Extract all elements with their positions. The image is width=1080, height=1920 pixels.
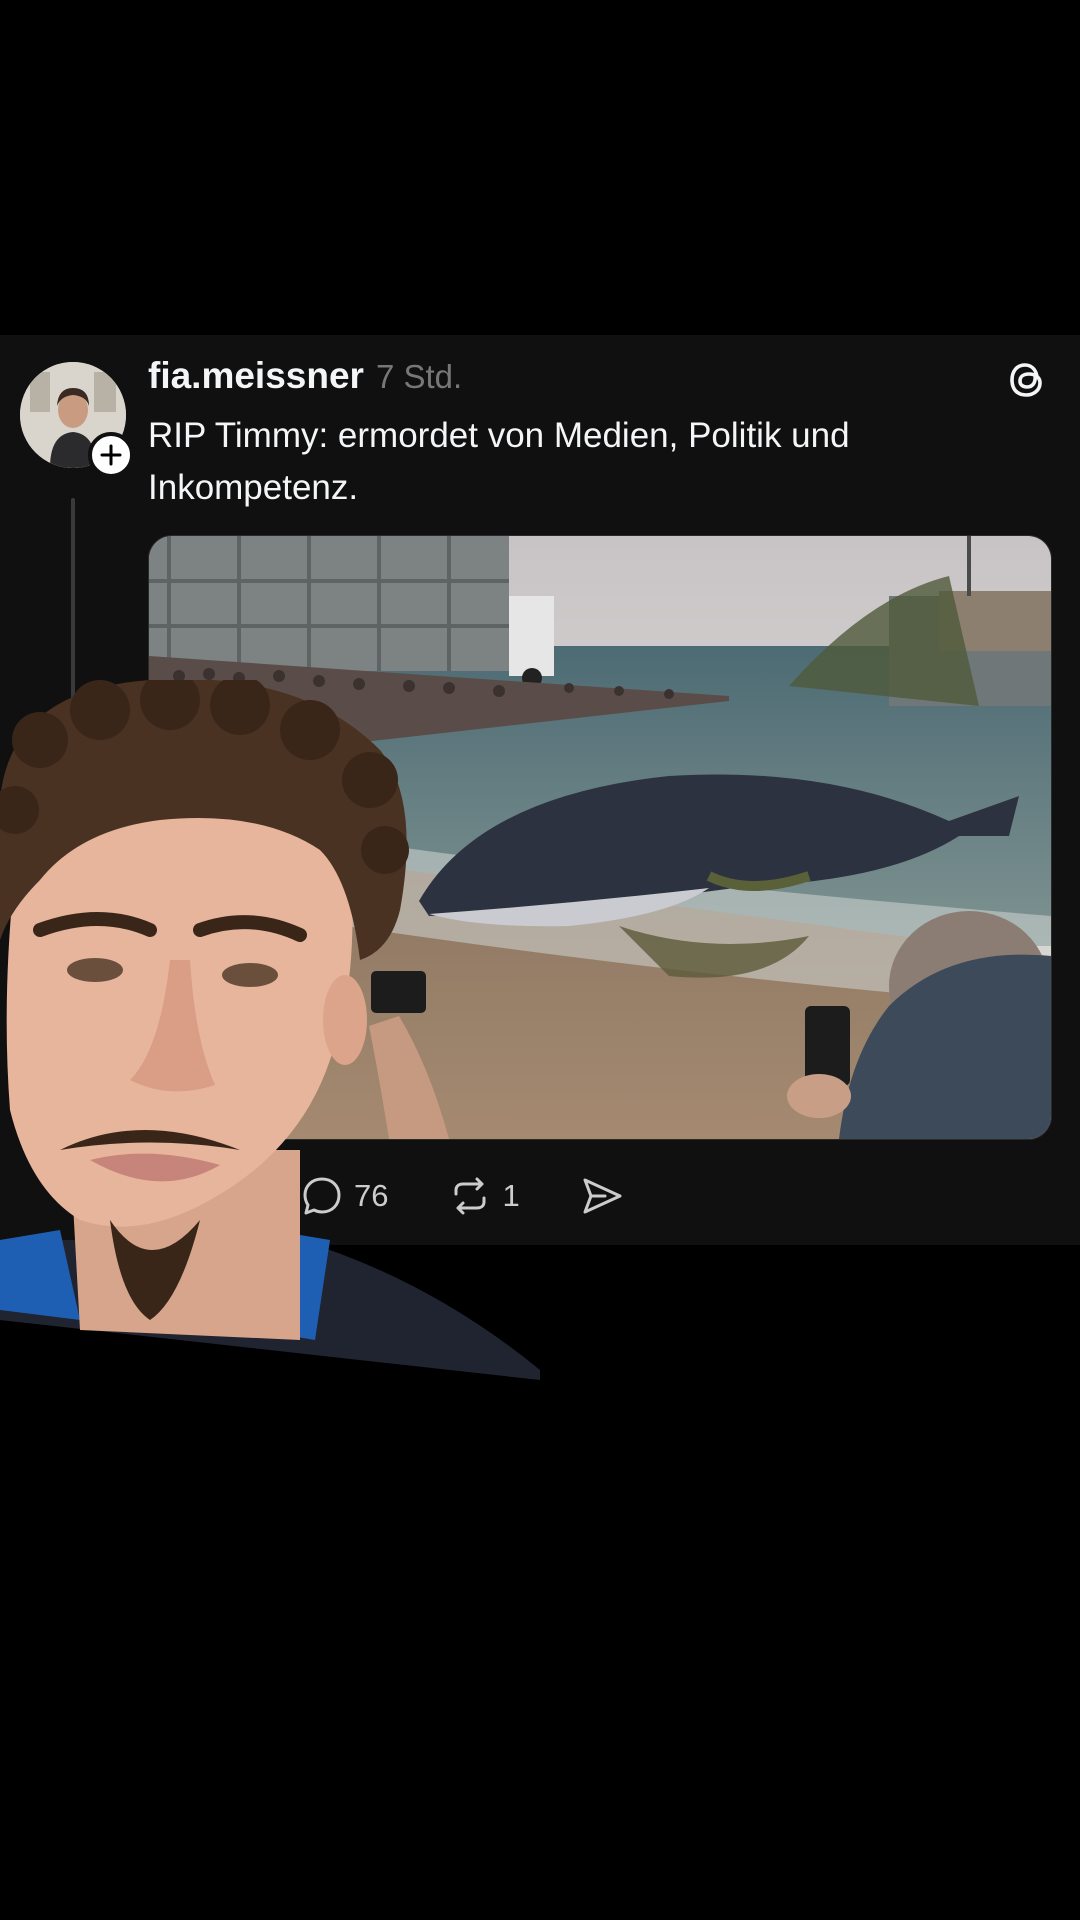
share-button[interactable] — [580, 1174, 624, 1218]
post-text: RIP Timmy: ermordet von Medien, Politik … — [148, 416, 850, 507]
screen: fia.meissner 7 Std. RIP Timmy: ermordet … — [0, 0, 1080, 1920]
threads-logo-icon[interactable] — [1004, 355, 1052, 403]
username[interactable]: fia.meissner — [148, 355, 364, 397]
plus-icon — [100, 444, 122, 466]
timestamp: 7 Std. — [375, 358, 463, 395]
follow-plus-button[interactable] — [88, 432, 134, 478]
share-send-icon — [583, 1178, 622, 1214]
person-cutout-icon — [0, 670, 540, 1380]
post-header: fia.meissner 7 Std. — [148, 355, 462, 397]
person-cutout-image — [0, 670, 540, 1380]
